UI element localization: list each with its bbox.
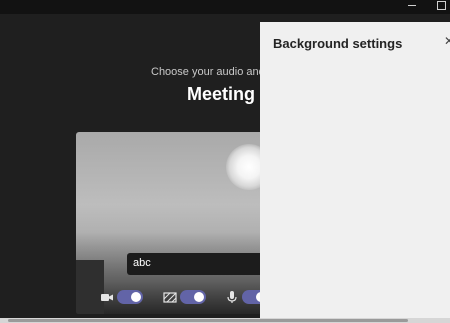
microphone-toggle[interactable] [242,290,260,304]
ceiling-light-image [226,144,260,190]
scroll-thumb[interactable] [8,319,408,322]
title-bar [0,0,450,14]
video-preview: abc [76,132,260,314]
room-shelf [76,260,104,314]
maximize-icon[interactable] [432,0,450,12]
name-input[interactable]: abc [127,253,260,275]
pre-join-screen: Choose your audio and vi Meeting n abc [0,14,260,318]
scroll-right-icon[interactable] [438,318,444,323]
background-toggle[interactable] [180,290,206,304]
scroll-left-icon[interactable] [0,318,6,323]
camera-toggle[interactable] [117,290,143,304]
background-effects-icon [163,292,177,303]
background-settings-panel: Background settings ✕ [260,22,450,318]
microphone-icon [227,291,237,303]
panel-title: Background settings [273,36,403,51]
meeting-title: Meeting n [187,84,260,104]
minimize-icon[interactable] [402,0,422,12]
subtitle-text: Choose your audio and vi [151,66,260,78]
video-camera-icon [101,294,113,301]
close-icon[interactable]: ✕ [444,34,450,48]
horizontal-scrollbar[interactable] [0,318,450,323]
